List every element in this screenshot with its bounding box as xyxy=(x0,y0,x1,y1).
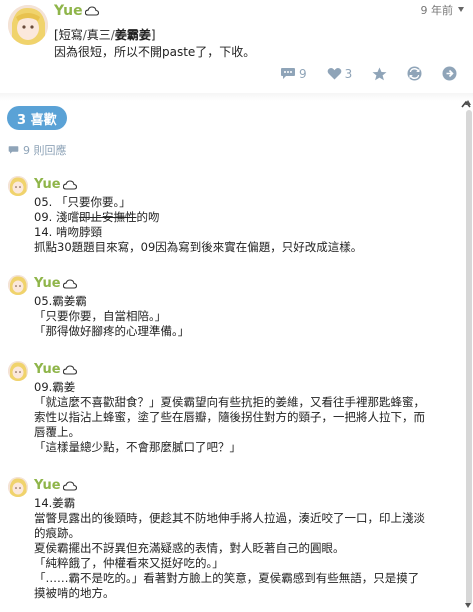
tag-item[interactable]: 短寫 xyxy=(59,28,83,42)
comment-button[interactable]: 9 xyxy=(280,67,307,81)
reply-line: 摸被啃的地方。 xyxy=(34,586,115,600)
reply-item: Yue 14.姜霸 當瞥見露出的後頸時，便趁其不防地伸手將人拉過，湊近咬了一口，… xyxy=(0,477,460,607)
cloud-icon xyxy=(84,6,99,16)
reply-item: Yue 09.霸姜 「就這麼不喜歡甜食？」夏侯霸望向有些抗拒的姜維，又看往手裡那… xyxy=(0,361,460,461)
avatar-image xyxy=(8,5,48,45)
post-card: Yue 9 年前 [短寫/真三/姜霸姜] 因為很短，所以不開paste了，下收。… xyxy=(0,0,473,94)
reply-line: 夏侯霸擺出不訝異但充滿疑惑的表情，對人眨著自己的圓眼。 xyxy=(34,541,345,555)
scroll-up-arrow[interactable] xyxy=(465,100,471,105)
reply-line: 抓點30題題目來寫，09因為寫到後來實在偏題，只好改成這樣。 xyxy=(34,240,363,254)
reply-line: 09. 淺嚐即止安撫性的吻 xyxy=(34,210,452,225)
strikethrough-text: 即止安撫性 xyxy=(78,210,137,224)
cloud-icon xyxy=(62,179,77,190)
avatar-image xyxy=(8,275,28,295)
replies-label: 9 則回應 xyxy=(23,144,67,157)
likes-label[interactable]: 3 喜歡 xyxy=(17,109,57,128)
comment-count: 9 xyxy=(299,66,307,81)
comment-icon xyxy=(281,68,295,79)
heart-icon xyxy=(327,67,341,80)
reply-line: 「只要你要，自當相陪。」 xyxy=(34,309,167,323)
reply-author-name[interactable]: Yue xyxy=(34,362,61,377)
comment-icon xyxy=(8,146,19,154)
post-tags: [短寫/真三/姜霸姜] xyxy=(54,26,156,43)
reply-avatar[interactable] xyxy=(8,477,28,497)
reply-author[interactable]: Yue xyxy=(34,478,77,493)
post-time: 9 年前 xyxy=(421,2,466,18)
replies-count: 9 則回應 xyxy=(8,142,67,158)
reply-line: 14. 啃吻脖頸 xyxy=(34,225,102,239)
reply-line: 的痕跡。 xyxy=(34,526,80,540)
reply-line: 「……霸不是吃的。」看著對方臉上的笑意，夏侯霸感到有些無語，只是摸了 xyxy=(34,571,420,585)
cloud-icon xyxy=(62,364,77,375)
reply-line: 05. 「只要你要。」 xyxy=(34,195,131,209)
reblog-button[interactable] xyxy=(407,66,422,81)
post-avatar[interactable] xyxy=(8,5,48,45)
reply-line: 「純粹餓了，仲權看來又挺好吃的。」 xyxy=(34,556,224,570)
reply-author-name[interactable]: Yue xyxy=(34,177,61,192)
post-author-name[interactable]: Yue xyxy=(54,3,83,19)
reply-text: 09.霸姜 「就這麼不喜歡甜食？」夏侯霸望向有些抗拒的姜維，又看往手裡那匙蜂蜜，… xyxy=(34,380,452,455)
reply-line: 「這樣量總少點，不會那麼膩口了吧？」 xyxy=(34,440,241,454)
scroll-down-arrow[interactable] xyxy=(465,603,471,608)
tag-item[interactable]: 姜霸姜 xyxy=(115,28,151,42)
likes-badge[interactable]: 3 喜歡 xyxy=(7,106,67,130)
reblog-icon xyxy=(407,66,422,81)
reply-line: 「就這麼不喜歡甜食？」夏侯霸望向有些抗拒的姜維，又看往手裡那匙蜂蜜， xyxy=(34,395,425,409)
reply-line: 索性以指沾上蜂蜜，塗了些在唇瓣，隨後拐住對方的頸子，一把將人拉下，而 xyxy=(34,410,425,424)
more-icon xyxy=(442,66,457,81)
post-actions: 9 3 xyxy=(280,66,473,81)
reply-author-name[interactable]: Yue xyxy=(34,276,61,291)
reply-text: 05. 「只要你要。」 09. 淺嚐即止安撫性的吻 14. 啃吻脖頸 抓點30題… xyxy=(34,195,452,255)
menu-icon[interactable] xyxy=(457,6,465,14)
tag-close: ] xyxy=(150,28,156,42)
reply-line: 唇覆上。 xyxy=(34,425,80,439)
post-author[interactable]: Yue xyxy=(54,3,99,19)
reply-author[interactable]: Yue xyxy=(34,276,77,291)
reply-text: 14.姜霸 當瞥見露出的後頸時，便趁其不防地伸手將人拉過，湊近咬了一口，印上淺淡… xyxy=(34,496,452,601)
cloud-icon xyxy=(62,278,77,289)
reply-line: 05.霸姜霸 xyxy=(34,294,87,308)
share-button[interactable] xyxy=(372,67,387,81)
like-button[interactable]: 3 xyxy=(327,66,353,81)
reply-text: 05.霸姜霸 「只要你要，自當相陪。」 「那得做好腳疼的心理準備。」 xyxy=(34,294,452,339)
reply-author-name[interactable]: Yue xyxy=(34,478,61,493)
reply-author[interactable]: Yue xyxy=(34,177,77,192)
reply-line: 「那得做好腳疼的心理準備。」 xyxy=(34,324,190,338)
reply-item: Yue 05. 「只要你要。」 09. 淺嚐即止安撫性的吻 14. 啃吻脖頸 抓… xyxy=(0,176,460,260)
reply-line-part: 的吻 xyxy=(136,210,160,224)
reply-avatar[interactable] xyxy=(8,275,28,295)
post-time-text: 9 年前 xyxy=(420,4,454,17)
like-count: 3 xyxy=(344,66,353,81)
avatar-image xyxy=(8,176,28,196)
post-divider xyxy=(0,93,473,101)
reply-avatar[interactable] xyxy=(8,361,28,381)
scrollbar-thumb[interactable] xyxy=(466,110,472,605)
avatar-image xyxy=(8,477,28,497)
cloud-icon xyxy=(62,480,77,491)
avatar-image xyxy=(8,361,28,381)
reply-avatar[interactable] xyxy=(8,176,28,196)
reply-line-part: 09. 淺嚐 xyxy=(34,210,79,224)
post-body: 因為很短，所以不開paste了，下收。 xyxy=(54,45,256,59)
post-menu-button[interactable] xyxy=(442,66,457,81)
tag-item[interactable]: 真三 xyxy=(87,28,111,42)
reply-line: 當瞥見露出的後頸時，便趁其不防地伸手將人拉過，湊近咬了一口，印上淺淡 xyxy=(34,511,425,525)
reply-item: Yue 05.霸姜霸 「只要你要，自當相陪。」 「那得做好腳疼的心理準備。」 xyxy=(0,275,460,345)
share-icon xyxy=(372,67,387,80)
reply-line: 09.霸姜 xyxy=(34,380,76,394)
reply-line: 14.姜霸 xyxy=(34,496,76,510)
reply-author[interactable]: Yue xyxy=(34,362,77,377)
